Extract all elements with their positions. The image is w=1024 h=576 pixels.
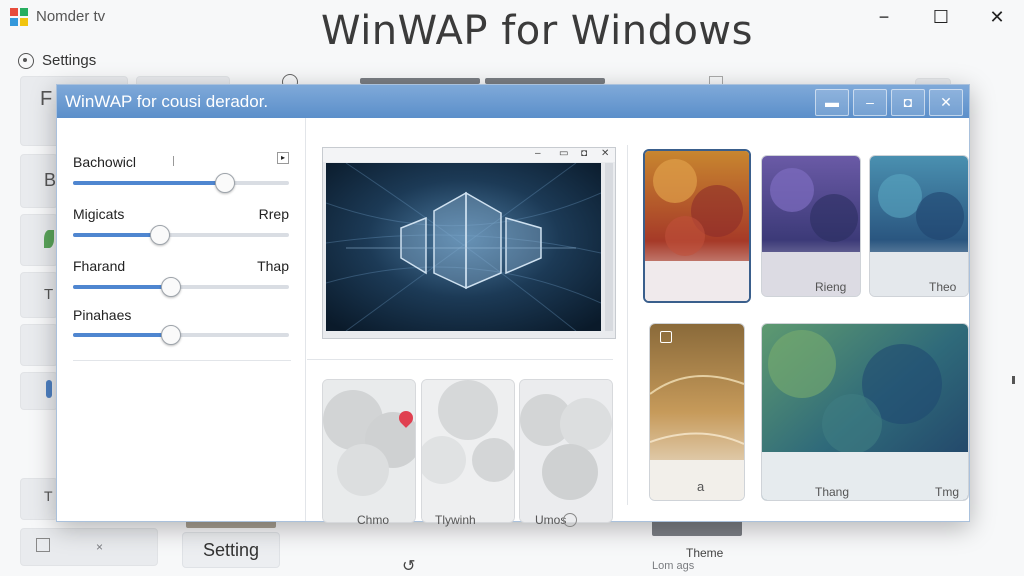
radio-icon[interactable] [563, 513, 577, 527]
flag-icon[interactable]: ▸ [277, 152, 289, 164]
slider-fill [73, 181, 225, 185]
sidebar-tile-letter: B [44, 170, 57, 190]
slider-label: Migicats [73, 206, 125, 222]
leaf-icon [44, 230, 54, 248]
theme-card[interactable] [869, 155, 969, 297]
slider-knob[interactable] [215, 173, 236, 193]
blue-cloud-image [870, 156, 968, 296]
slider-label: Bachowicl [73, 154, 137, 170]
settings-nav-item[interactable]: Settings [18, 52, 96, 69]
thumbnail-label: Tlywinh [435, 513, 476, 527]
bottom-faint-label: Lom ags [652, 560, 695, 572]
sidebar-tile[interactable] [20, 324, 58, 366]
preview-scrollbar[interactable] [605, 163, 613, 331]
slider-label: Fharand [73, 258, 126, 274]
slider-right-label: Rrep [258, 206, 289, 222]
theme-label: Tmg [935, 485, 959, 499]
dialog-bar-button[interactable]: ▬ [815, 89, 849, 116]
sidebar-tile-letter: T [44, 286, 54, 303]
settings-label: Settings [42, 52, 97, 69]
slider-knob[interactable] [150, 225, 171, 245]
slider-panel: ▸ Bachowicl Migicats Rrep Fharand Thap P… [57, 118, 305, 521]
setting-button[interactable]: Setting [182, 532, 280, 568]
slider-knob[interactable] [161, 277, 182, 297]
preview-close-icon[interactable]: ✕ [601, 148, 609, 159]
sidebar-tile-letter: T [44, 488, 53, 504]
teal-cloud-image [762, 324, 968, 500]
preview-restore-icon[interactable]: ▭ [559, 148, 568, 159]
minimize-button[interactable]: − [871, 6, 897, 30]
divider [305, 118, 306, 521]
gear-icon [18, 52, 34, 69]
preview-wallpaper [326, 163, 601, 331]
cloud-image [520, 380, 612, 522]
cloud-image [323, 380, 415, 522]
preview-titlebar: – ▭ ◘ ✕ [323, 148, 615, 162]
dialog-restore-button[interactable]: ◘ [891, 89, 925, 116]
cloud-thumbnail[interactable] [322, 379, 416, 523]
customization-dialog: WinWAP for cousi derador. ▬ – ◘ ✕ ▸ Bach… [56, 84, 970, 527]
preview-minimize-icon[interactable]: – [535, 148, 541, 159]
dialog-title: WinWAP for cousi derador. [65, 92, 269, 111]
cloud-image [422, 380, 514, 522]
theme-label: Theo [929, 280, 957, 294]
golden-cloud-image [650, 324, 744, 500]
slider-fill [73, 333, 171, 337]
theme-card-selected[interactable] [643, 149, 751, 303]
slider-fill [73, 233, 160, 237]
checkbox-icon[interactable] [660, 331, 672, 343]
thumbnail-label: Umos [535, 513, 567, 527]
theme-label: a [697, 479, 705, 494]
small-x-icon: × [96, 540, 104, 554]
slider-right-label: Thap [257, 258, 289, 274]
abstract-glass-image [326, 163, 601, 331]
sidebar-tile[interactable] [20, 372, 58, 410]
theme-card[interactable] [761, 155, 861, 297]
theme-label: Rieng [815, 280, 847, 294]
thumbnail-label: Chmo [357, 513, 390, 527]
divider [73, 360, 291, 361]
refresh-icon[interactable]: ↺ [402, 556, 415, 576]
preview-maximize-icon[interactable]: ◘ [581, 148, 587, 159]
scroll-indicator [1012, 376, 1015, 384]
purple-cloud-image [762, 156, 860, 296]
close-button[interactable]: ✕ [984, 6, 1010, 30]
slider-fill [73, 285, 171, 289]
dialog-minimize-button[interactable]: – [853, 89, 887, 116]
cursor-mark [173, 156, 174, 166]
theme-label: Thang [815, 485, 850, 499]
maximize-button[interactable]: ☐ [928, 6, 954, 30]
divider [307, 359, 613, 360]
bar-icon [46, 380, 52, 398]
divider [627, 145, 628, 505]
bottom-strip [652, 520, 742, 536]
cloud-thumbnail[interactable] [421, 379, 515, 523]
checkbox-icon[interactable] [36, 538, 50, 552]
preview-window[interactable]: – ▭ ◘ ✕ [322, 147, 616, 339]
sunset-cloud-image [645, 151, 749, 301]
cloud-thumbnail[interactable] [519, 379, 613, 523]
sidebar-tile-letter: F [40, 88, 53, 110]
theme-label: Theme [686, 546, 724, 560]
dialog-titlebar[interactable]: WinWAP for cousi derador. ▬ – ◘ ✕ [57, 85, 969, 118]
slider-label: Pinahaes [73, 307, 132, 323]
theme-card[interactable] [761, 323, 969, 501]
dialog-close-button[interactable]: ✕ [929, 89, 963, 116]
theme-card[interactable] [649, 323, 745, 501]
slider-knob[interactable] [161, 325, 182, 345]
